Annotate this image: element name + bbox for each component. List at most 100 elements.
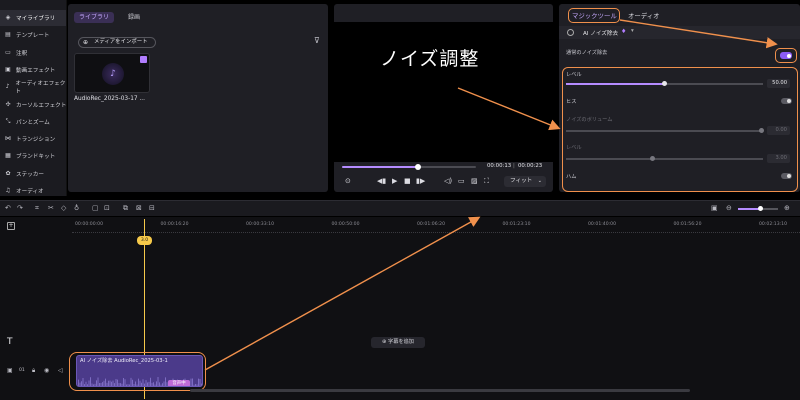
- level-value-input[interactable]: 50.00: [767, 79, 790, 88]
- shield-icon[interactable]: ◇: [61, 204, 66, 212]
- noise-volume-slider[interactable]: [566, 128, 764, 133]
- fullscreen-icon[interactable]: ⛶: [484, 177, 489, 186]
- tab-audio[interactable]: オーディオ: [628, 11, 660, 20]
- sidebar-item[interactable]: ▦ ブランドキット: [0, 148, 66, 164]
- cursor-effect-icon: ✣: [5, 100, 11, 108]
- track-number: 01: [19, 368, 25, 373]
- timeline-zoom-slider[interactable]: [738, 206, 778, 211]
- tab-recordings[interactable]: 録画: [123, 12, 145, 23]
- sidebar-item[interactable]: ⤡ パンとズーム: [0, 114, 66, 130]
- sidebar-item-label: マイライブラリ: [16, 16, 56, 22]
- sidebar-item-label: テンプレート: [16, 33, 50, 40]
- next-frame-icon[interactable]: ▮▶: [416, 177, 425, 185]
- ai-noise-removal-section[interactable]: AI ノイズ除去 ♦ ▾: [559, 26, 800, 39]
- ruler-time-label: 00:00:50:00: [331, 222, 360, 227]
- stop-icon[interactable]: ■: [404, 177, 411, 185]
- zoom-out-icon[interactable]: ⊖: [726, 204, 732, 212]
- timeline-area: + 00:00:00:00 00:00:16:20 00:00:33:10 00:00…: [0, 217, 800, 400]
- sticker-icon: ✿: [5, 169, 11, 177]
- level2-label: レベル: [566, 145, 582, 151]
- export-frame-icon[interactable]: ⊟: [149, 204, 155, 212]
- music-note-icon: ♪: [102, 63, 124, 85]
- camera-icon[interactable]: ⊙: [345, 177, 351, 185]
- undo-icon[interactable]: ↶: [5, 204, 11, 212]
- sidebar-item-label: カーソルエフェクト: [16, 102, 67, 109]
- add-track-icon[interactable]: +: [7, 222, 15, 230]
- captions-icon[interactable]: ▭: [458, 177, 465, 185]
- timeline-toolbar: ↶ ↷ ⌗ ✂ ◇ ♁ ▢ ⊡ ⧉ ⊠ ⊟ ▣ ⊖ ⊕: [0, 200, 800, 216]
- hiss-label: ヒス: [566, 99, 577, 105]
- zoom-slider-knob[interactable]: [758, 206, 763, 211]
- playhead-handle[interactable]: 3.0: [137, 236, 152, 245]
- play-icon[interactable]: ▶: [392, 177, 397, 185]
- sidebar-item[interactable]: ⋈ トランジション: [0, 131, 66, 147]
- ai-cut-icon[interactable]: ⊠: [136, 204, 142, 212]
- previous-frame-icon[interactable]: ◀▮: [377, 177, 386, 185]
- sidebar-item[interactable]: ◈ マイライブラリ: [0, 10, 66, 26]
- layers-icon: ◈: [5, 14, 11, 21]
- current-time: 00:00:13: [487, 163, 512, 169]
- timeline-ruler[interactable]: 00:00:00:00 00:00:16:20 00:00:33:10 00:00:5…: [72, 221, 800, 233]
- chevron-down-icon: ⌄: [537, 178, 542, 184]
- sidebar-item[interactable]: ▣ 動画エフェクト: [0, 62, 66, 78]
- fit-dropdown[interactable]: フィット ⌄: [504, 176, 546, 187]
- aspect-icon[interactable]: ▨: [471, 177, 478, 185]
- media-thumbnail[interactable]: ♪: [74, 53, 150, 93]
- normal-noise-removal-toggle[interactable]: [780, 52, 792, 59]
- level2-value-input[interactable]: 3.00: [767, 154, 790, 163]
- ruler-time-label: 00:01:40:00: [588, 222, 617, 227]
- lock-icon[interactable]: 🔒︎: [32, 367, 35, 375]
- noise-volume-value-input[interactable]: 0.00: [767, 126, 790, 135]
- sidebar-item[interactable]: ♫ オーディオ: [0, 183, 66, 196]
- fit-timeline-icon[interactable]: ▣: [711, 204, 718, 212]
- filter-icon[interactable]: ⊽: [314, 36, 320, 45]
- hiss-toggle[interactable]: [781, 98, 792, 104]
- zoom-in-icon[interactable]: ⊕: [784, 204, 790, 212]
- speaker-icon[interactable]: ◁: [58, 367, 63, 374]
- ruler-time-label: 00:00:33:10: [246, 222, 275, 227]
- level-label: レベル: [566, 72, 582, 78]
- sidebar-item-label: 注釈: [16, 50, 28, 57]
- level2-slider[interactable]: [566, 156, 763, 161]
- volume-icon[interactable]: ◁): [444, 177, 452, 185]
- tab-magic-tools[interactable]: マジックツール: [572, 11, 617, 20]
- import-media-button[interactable]: ⊕ メディアをインポート: [78, 37, 156, 48]
- sidebar-item[interactable]: ▤ テンプレート: [0, 27, 66, 43]
- ruler-time-label: 00:02:13:10: [759, 222, 788, 227]
- sidebar-item[interactable]: ♪ オーディオエフェクト: [0, 79, 66, 95]
- add-subtitle-button[interactable]: ⊕ 字幕を追加: [371, 337, 425, 348]
- level-slider[interactable]: [566, 81, 763, 86]
- audio-icon: ♫: [5, 187, 11, 194]
- comment-icon[interactable]: ▢: [92, 204, 99, 212]
- hum-toggle[interactable]: [781, 173, 792, 179]
- sidebar-item[interactable]: ▭ 注釈: [0, 45, 66, 61]
- level-slider-knob[interactable]: [662, 81, 667, 86]
- normal-noise-removal-label: 通常のノイズ除去: [566, 50, 608, 56]
- fit-label: フィット: [510, 178, 533, 184]
- playback-progress-bar[interactable]: [342, 164, 476, 170]
- sidebar-item-label: ステッカー: [16, 171, 44, 178]
- eye-icon[interactable]: ◉: [44, 367, 49, 374]
- level-slider-fill: [566, 83, 665, 85]
- timeline-horizontal-scrollbar[interactable]: [190, 389, 690, 392]
- clip-label: AI ノイズ除去 AudioRec_2025-03-1: [80, 358, 168, 364]
- sidebar-item[interactable]: ✣ カーソルエフェクト: [0, 97, 67, 113]
- crop-icon[interactable]: ⌗: [35, 204, 39, 213]
- microphone-icon[interactable]: ♁: [74, 204, 79, 212]
- media-file-name: AudioRec_2025-03-17 ...: [74, 96, 145, 102]
- split-icon[interactable]: ✂: [48, 204, 54, 212]
- audio-clip[interactable]: AI ノイズ除去 AudioRec_2025-03-1 音声中: [76, 355, 203, 387]
- total-time: 00:00:23: [518, 163, 543, 169]
- tab-library[interactable]: ライブラリ: [74, 12, 115, 23]
- redo-icon[interactable]: ↷: [17, 204, 23, 212]
- toggle-dot: [787, 53, 791, 58]
- text-box-icon[interactable]: ⊡: [104, 204, 110, 212]
- playback-progress-knob[interactable]: [415, 164, 422, 170]
- noise-volume-slider-knob[interactable]: [758, 128, 764, 133]
- text-track-icon[interactable]: T: [7, 337, 13, 347]
- sidebar-item[interactable]: ✿ ステッカー: [0, 166, 66, 182]
- group-icon[interactable]: ⧉: [123, 204, 128, 213]
- caret-down-icon[interactable]: ▾: [631, 28, 634, 34]
- check-circle-icon[interactable]: [567, 29, 574, 36]
- import-media-label: メディアをインポート: [94, 39, 148, 45]
